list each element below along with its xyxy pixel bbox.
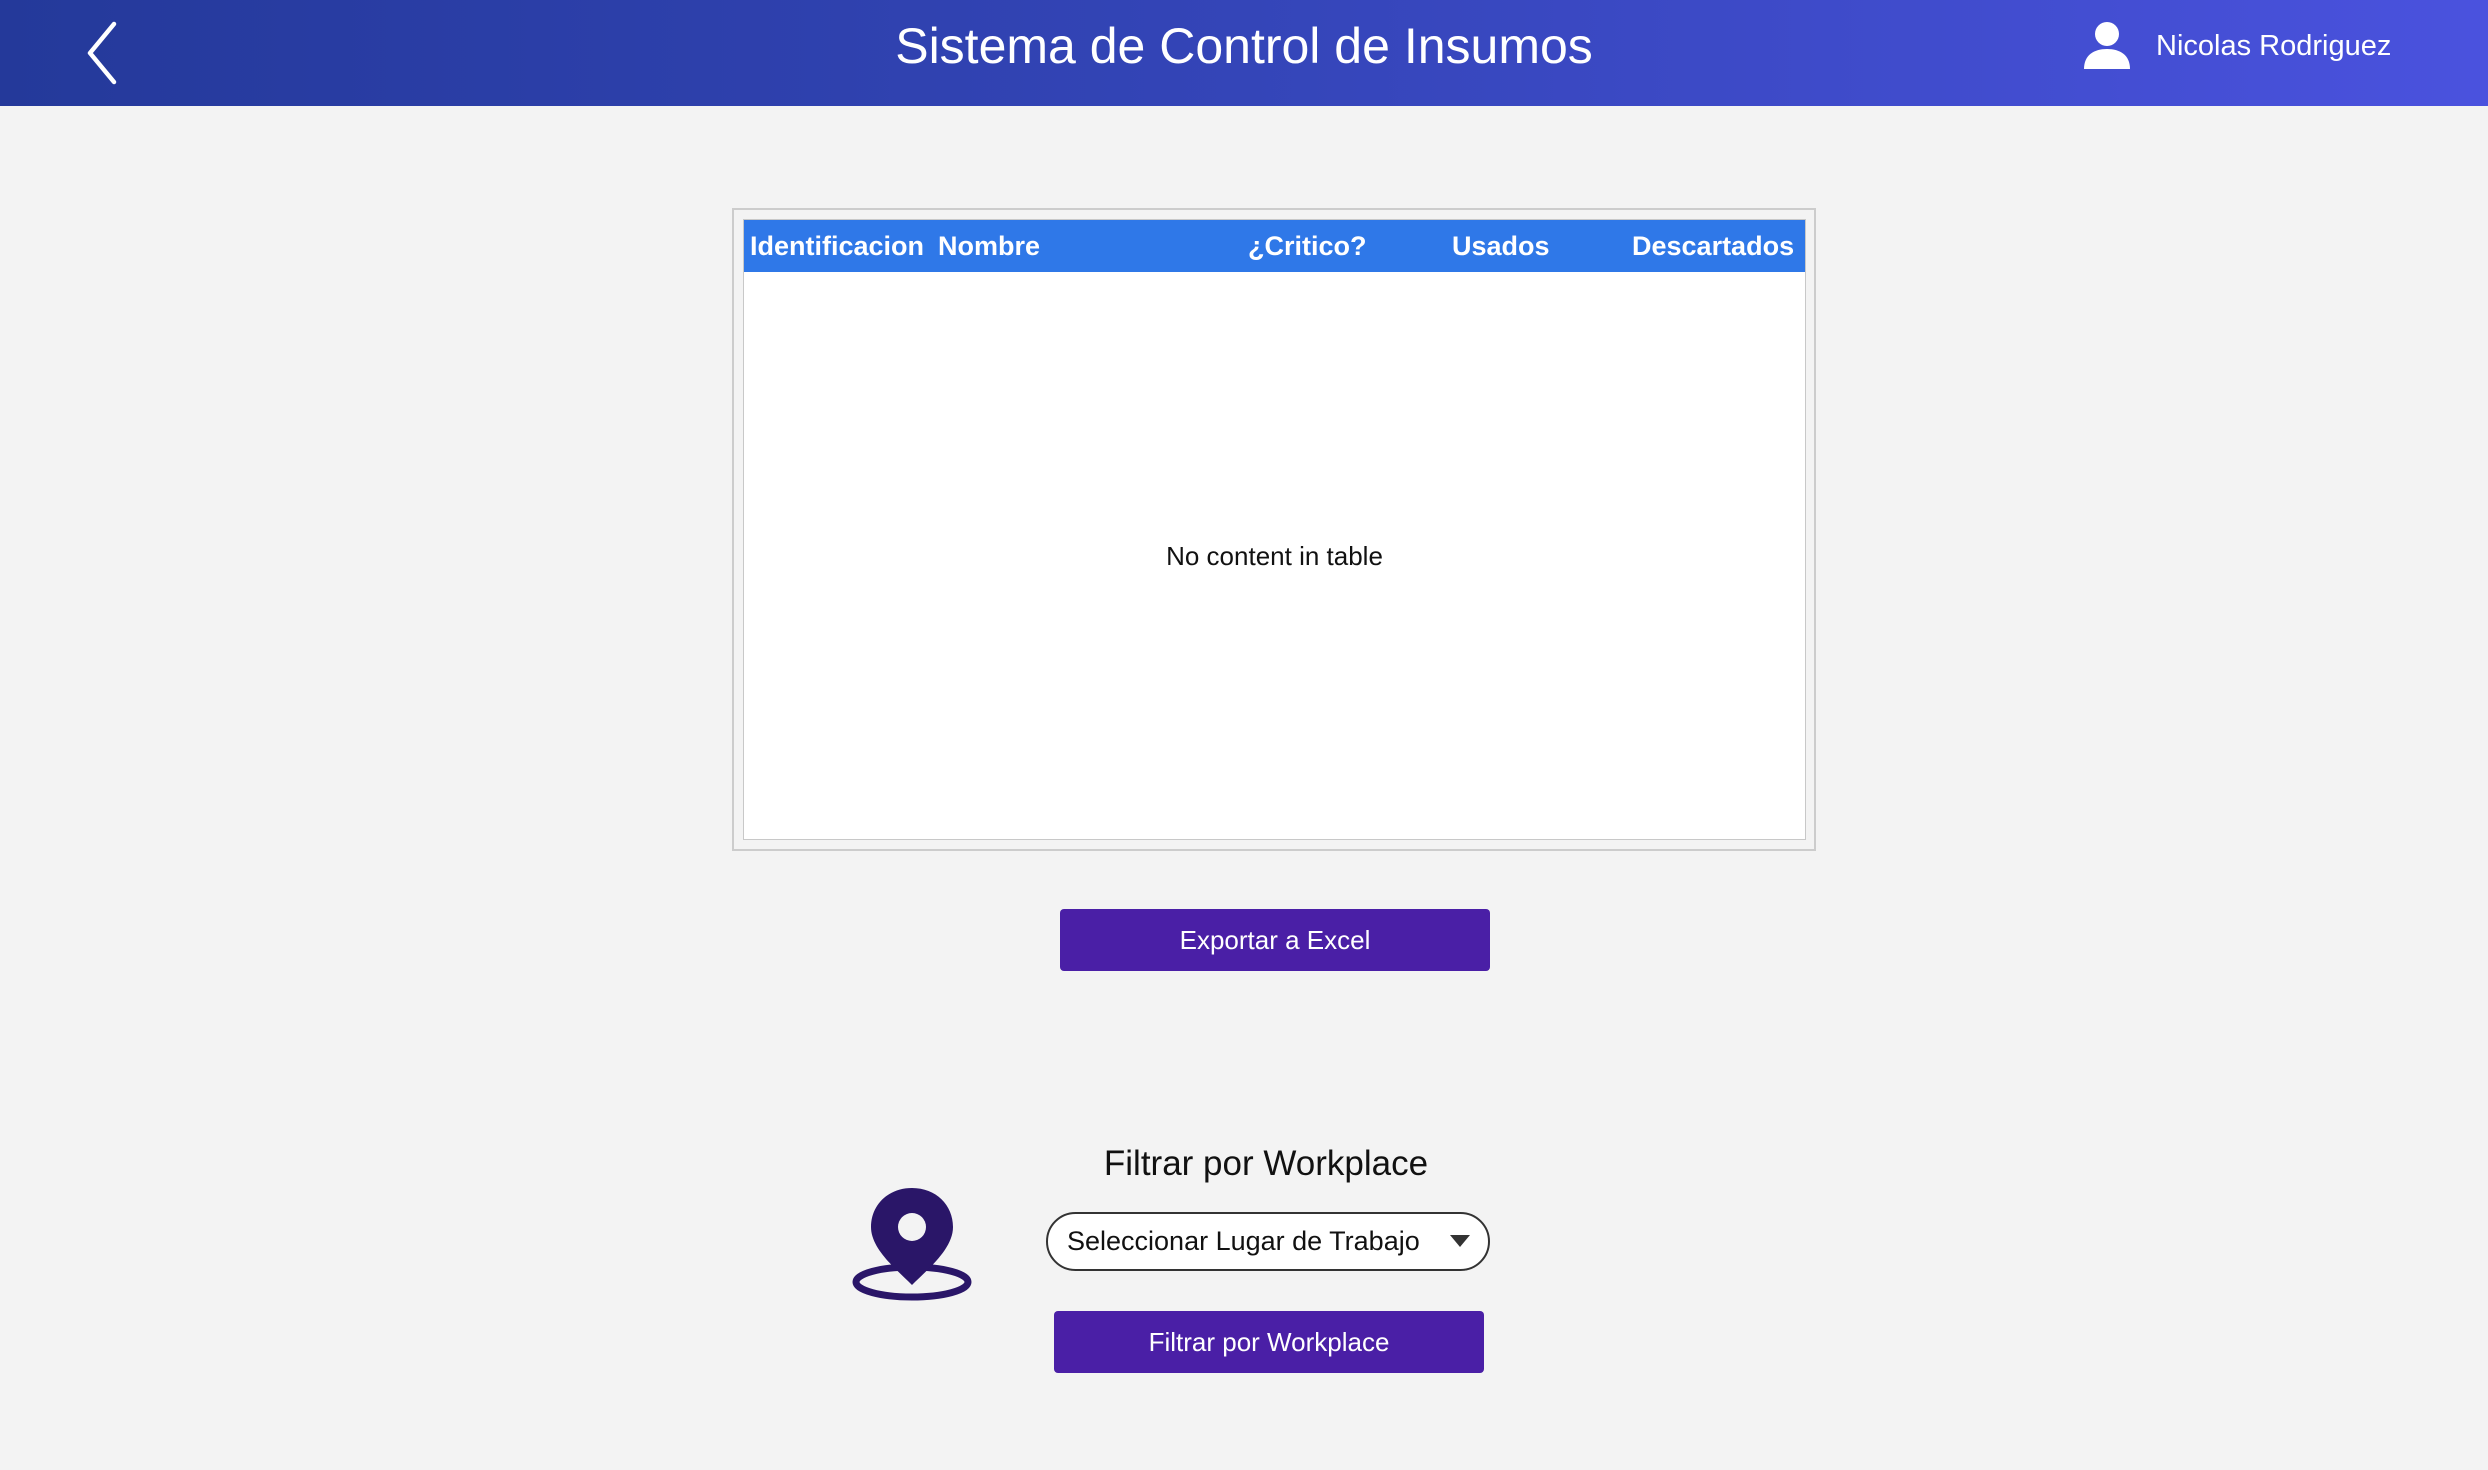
column-header-identificacion[interactable]: Identificacion (750, 220, 924, 272)
workplace-select[interactable]: Seleccionar Lugar de Trabajo (1046, 1212, 1490, 1271)
filter-title: Filtrar por Workplace (1103, 1144, 1429, 1183)
user-icon (2084, 22, 2130, 69)
column-header-usados[interactable]: Usados (1452, 220, 1550, 272)
column-header-descartados[interactable]: Descartados (1632, 220, 1794, 272)
workplace-select-value: Seleccionar Lugar de Trabajo (1067, 1226, 1420, 1256)
back-button[interactable] (72, 14, 136, 92)
table-empty-message: No content in table (744, 272, 1805, 841)
caret-down-icon (1450, 1235, 1470, 1247)
filter-workplace-button[interactable]: Filtrar por Workplace (1054, 1311, 1484, 1373)
location-pin-icon (850, 1185, 974, 1305)
supplies-table-container: Identificacion Nombre ¿Critico? Usados D… (732, 208, 1816, 851)
user-name: Nicolas Rodriguez (2156, 29, 2392, 62)
supplies-table: Identificacion Nombre ¿Critico? Usados D… (743, 219, 1806, 840)
empty-message-text: No content in table (1166, 541, 1383, 571)
export-excel-button[interactable]: Exportar a Excel (1060, 909, 1490, 971)
app-header: Sistema de Control de Insumos Nicolas Ro… (0, 0, 2488, 106)
user-menu[interactable]: Nicolas Rodriguez (2078, 14, 2391, 78)
table-header-row: Identificacion Nombre ¿Critico? Usados D… (744, 220, 1805, 272)
column-header-nombre[interactable]: Nombre (938, 220, 1040, 272)
column-header-critico[interactable]: ¿Critico? (1248, 220, 1367, 272)
chevron-left-icon (87, 21, 117, 85)
